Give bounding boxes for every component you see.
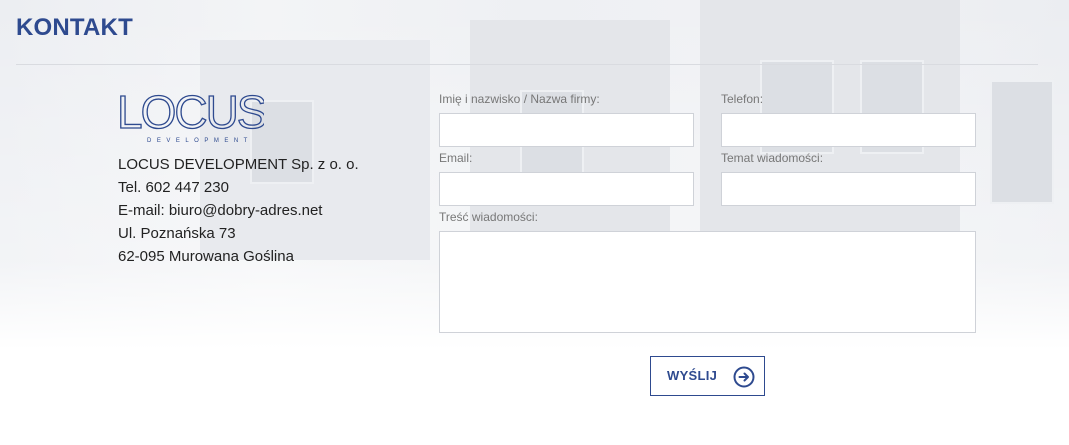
submit-button[interactable]: WYŚLIJ bbox=[650, 356, 765, 396]
phone-input[interactable] bbox=[721, 113, 976, 147]
message-label: Treść wiadomości: bbox=[439, 210, 538, 224]
name-label: Imię i nazwisko / Nazwa firmy: bbox=[439, 92, 600, 106]
company-city: 62-095 Murowana Goślina bbox=[118, 248, 294, 265]
subject-label: Temat wiadomości: bbox=[721, 151, 824, 165]
submit-button-label: WYŚLIJ bbox=[667, 368, 718, 383]
company-phone: Tel. 602 447 230 bbox=[118, 179, 229, 196]
company-info: LOCUS DEVELOPMENT Sp. z o. o. Tel. 602 4… bbox=[118, 153, 359, 268]
page-title: KONTAKT bbox=[16, 14, 133, 41]
company-email: E-mail: biuro@dobry-adres.net bbox=[118, 202, 323, 219]
divider bbox=[16, 64, 1038, 65]
subject-input[interactable] bbox=[721, 172, 976, 206]
email-label: Email: bbox=[439, 151, 473, 165]
company-name: LOCUS DEVELOPMENT Sp. z o. o. bbox=[118, 156, 359, 173]
svg-text:LOCUS: LOCUS bbox=[117, 86, 264, 138]
company-street: Ul. Poznańska 73 bbox=[118, 225, 236, 242]
company-logo: LOCUS DEVELOPMENT bbox=[117, 86, 264, 144]
phone-label: Telefon: bbox=[721, 92, 764, 106]
name-input[interactable] bbox=[439, 113, 694, 147]
message-textarea[interactable] bbox=[439, 231, 976, 333]
arrow-right-circle-icon bbox=[733, 366, 755, 388]
email-input[interactable] bbox=[439, 172, 694, 206]
svg-text:DEVELOPMENT: DEVELOPMENT bbox=[147, 138, 253, 144]
